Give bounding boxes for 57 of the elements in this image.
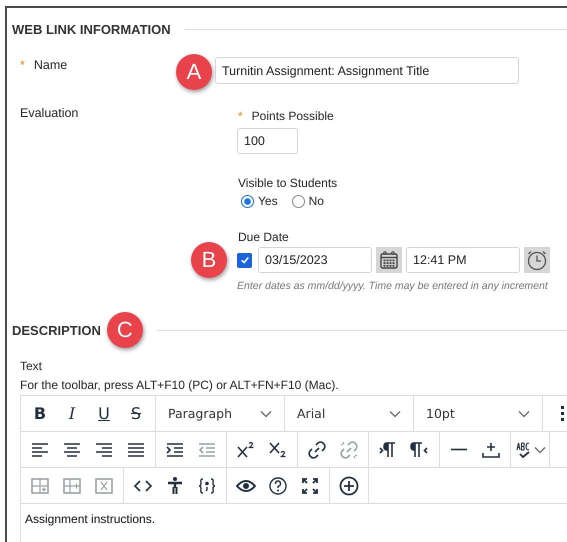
points-field[interactable]: 100 <box>237 128 298 154</box>
chevron-icon <box>534 446 546 454</box>
field-label: Visible to Students <box>238 176 338 190</box>
callout-marker: B <box>191 242 227 278</box>
field-label: Evaluation <box>20 106 78 120</box>
radio-label: No <box>308 194 324 208</box>
grip-icon <box>560 406 564 421</box>
required-asterisk: * <box>238 109 243 123</box>
chevron-icon <box>389 410 401 418</box>
table-delete-icon <box>94 476 114 496</box>
callout-marker: A <box>176 54 212 90</box>
add-icon <box>339 476 359 496</box>
radio-button[interactable] <box>241 194 254 208</box>
braces-icon <box>197 476 217 496</box>
name-field[interactable]: Turnitin Assignment: Assignment Title <box>215 57 519 84</box>
accessibility-icon <box>165 476 185 496</box>
table-column-icon <box>62 476 82 496</box>
chevron-icon <box>518 410 530 418</box>
calendar-button[interactable] <box>376 247 402 273</box>
table-row-icon <box>30 476 50 496</box>
field-label: Due Date <box>238 230 289 244</box>
clock-icon <box>526 249 548 271</box>
radio-button[interactable] <box>292 194 305 208</box>
horizontal-rule-icon <box>450 448 468 451</box>
dropdown[interactable]: Arial <box>285 396 414 431</box>
hint-text: Enter dates as mm/dd/yyyy. Time may be entered in any increment <box>237 280 548 292</box>
fullscreen-icon <box>300 476 320 496</box>
ltr-icon <box>378 440 398 460</box>
radio-label: Yes <box>258 194 278 208</box>
checkmark-icon <box>240 255 250 265</box>
rtl-icon <box>410 440 430 460</box>
underline-button[interactable]: U <box>88 398 120 428</box>
field-label: Name <box>34 58 68 72</box>
calendar-icon <box>379 250 399 270</box>
bold-button[interactable]: B <box>24 398 56 428</box>
toolbar-hint: For the toolbar, press ALT+F10 (PC) or ALT+FN+F10 (Mac). <box>20 377 340 393</box>
time-field[interactable]: 12:41 PM <box>406 247 520 273</box>
required-asterisk: * <box>20 58 25 72</box>
field-label: Text <box>20 358 44 374</box>
checkbox[interactable] <box>237 252 252 268</box>
clock-button[interactable] <box>524 247 550 273</box>
section-heading: DESCRIPTION <box>12 322 101 338</box>
field-label: Points Possible <box>252 109 334 123</box>
chevron-icon <box>260 410 272 418</box>
editor-text[interactable]: Assignment instructions. <box>21 504 567 542</box>
subscript-icon <box>268 440 288 460</box>
link-icon <box>307 440 327 460</box>
section-heading: WEB LINK INFORMATION <box>12 22 171 36</box>
italic-button[interactable]: I <box>56 398 88 428</box>
help-icon <box>268 476 288 496</box>
strikethrough-button[interactable]: S <box>120 398 152 428</box>
dropdown[interactable]: 10pt <box>414 396 543 431</box>
dropdown[interactable]: Paragraph <box>156 396 285 431</box>
unlink-icon <box>339 440 359 460</box>
date-field[interactable]: 03/15/2023 <box>258 247 372 273</box>
superscript-icon <box>236 440 256 460</box>
callout-marker: C <box>106 312 143 348</box>
